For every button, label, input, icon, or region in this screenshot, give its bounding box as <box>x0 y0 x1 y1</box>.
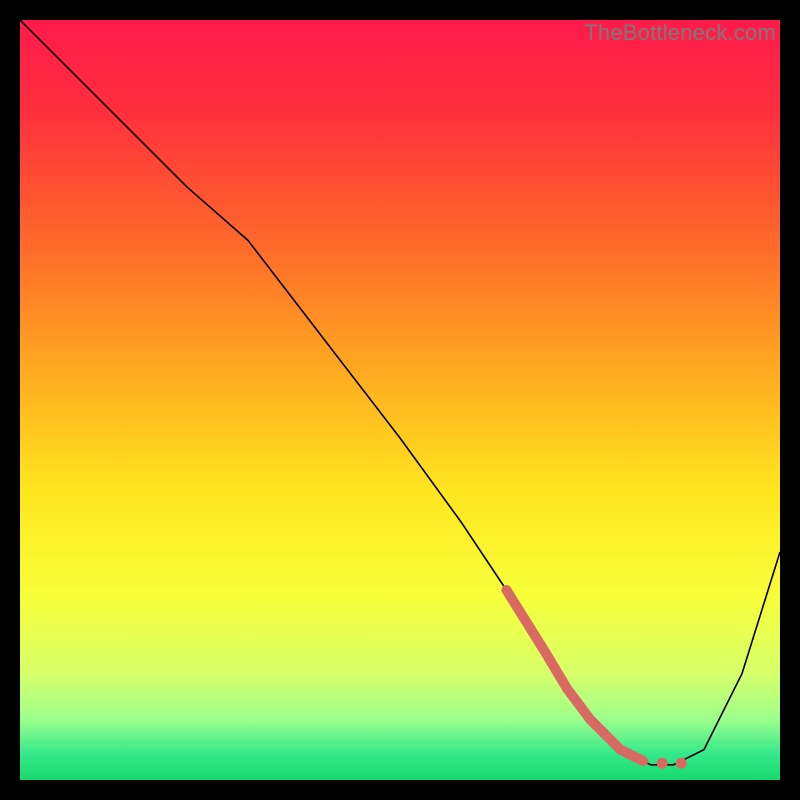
chart-frame: TheBottleneck.com <box>20 20 780 780</box>
watermark-text: TheBottleneck.com <box>584 20 776 46</box>
chart-svg <box>20 20 780 780</box>
